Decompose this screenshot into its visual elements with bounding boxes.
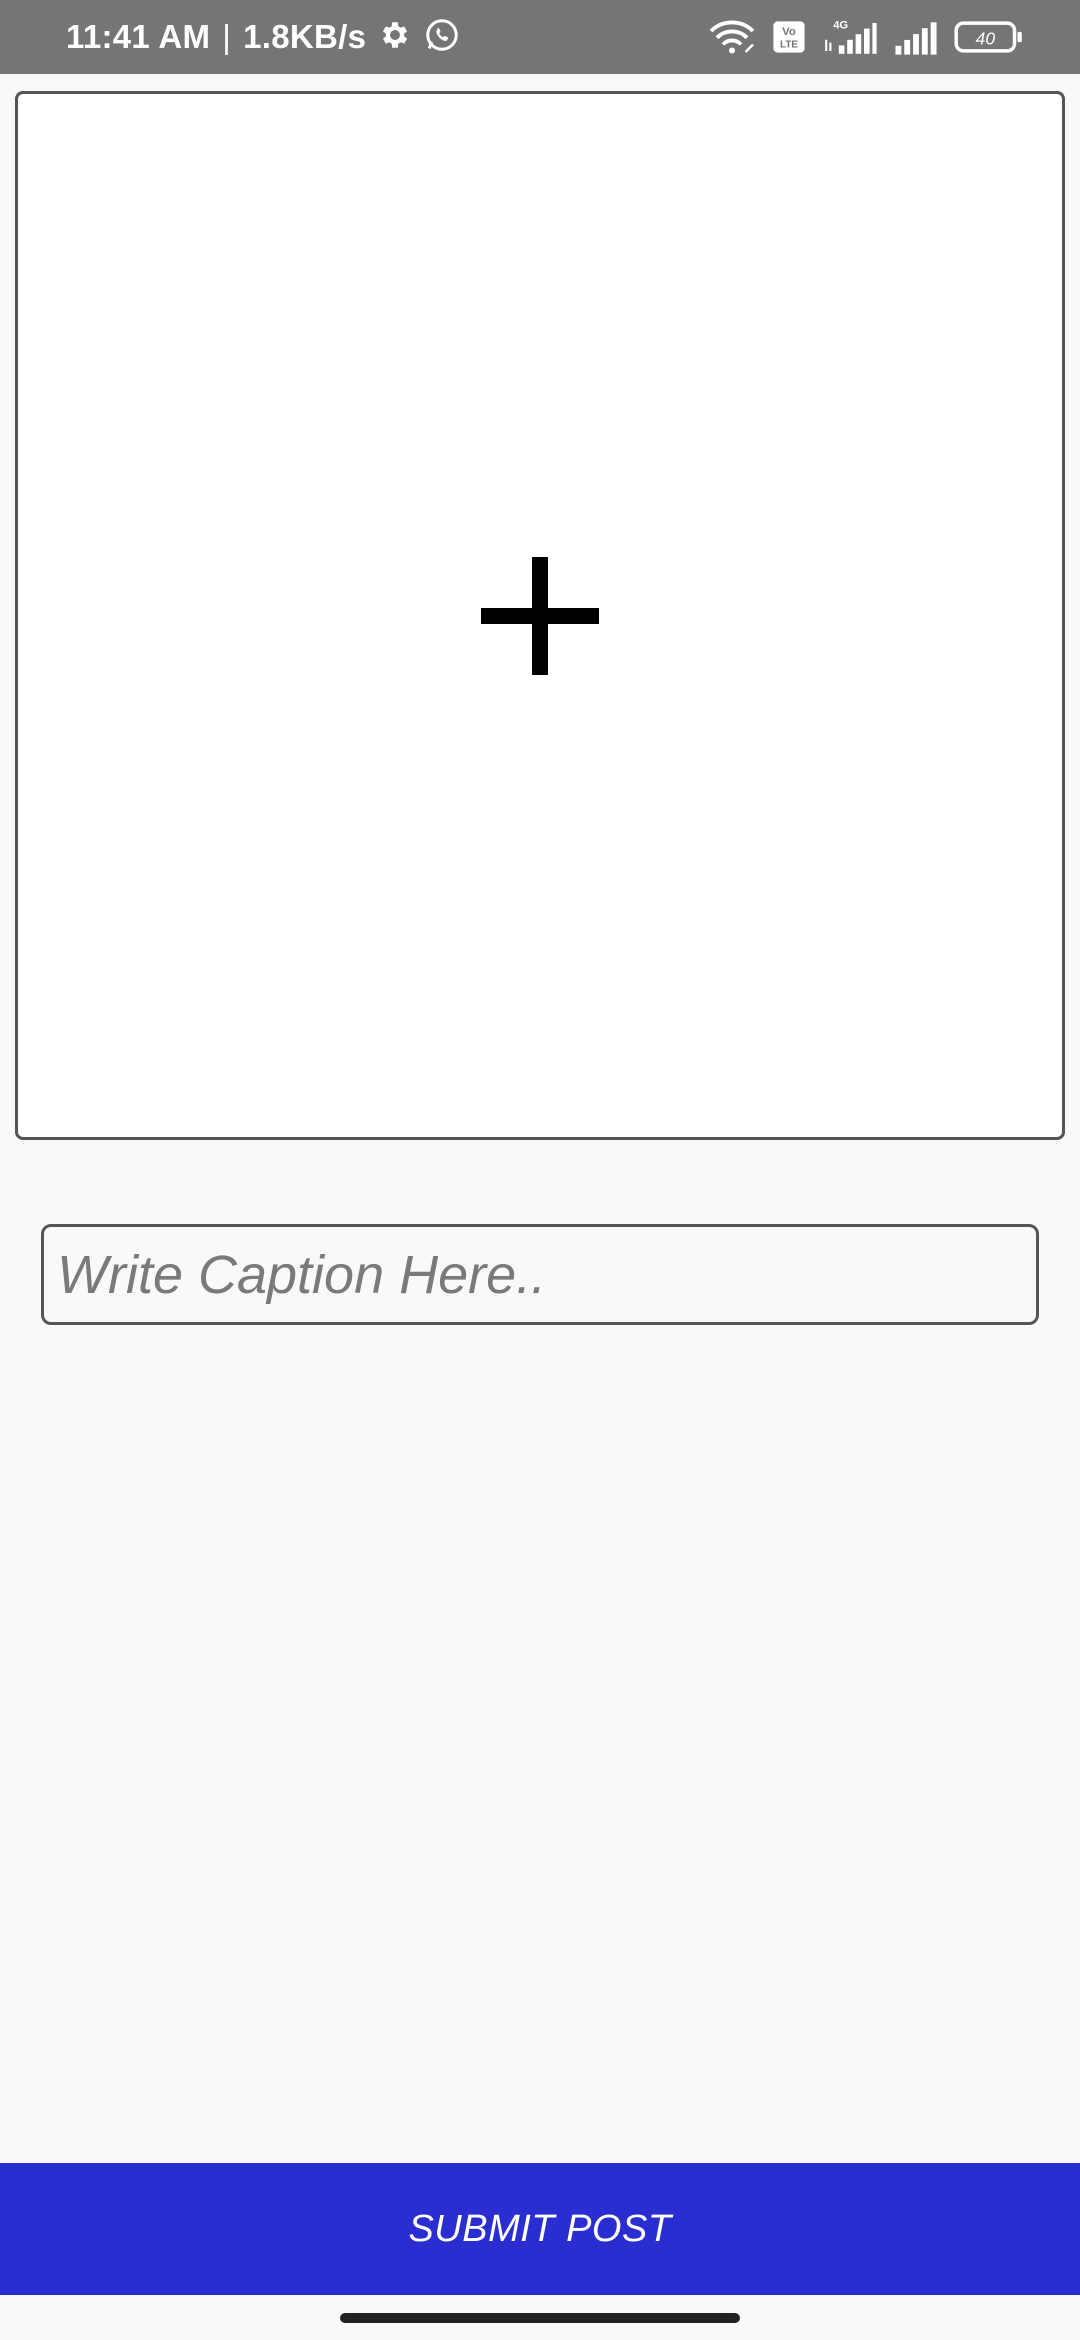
status-bar: 11:41 AM | 1.8KB/s Vo LTE 4G 40 [0, 0, 1080, 74]
gesture-nav-handle[interactable] [340, 2313, 740, 2323]
wifi-icon [708, 19, 756, 55]
plus-icon [481, 556, 599, 675]
signal-icon [894, 19, 938, 55]
volte-icon: Vo LTE [772, 20, 806, 54]
battery-icon: 40 [954, 19, 1024, 55]
volte-label-bottom: LTE [780, 40, 798, 51]
volte-label-top: Vo [782, 26, 796, 38]
plus-icon-vertical [532, 556, 548, 675]
whatsapp-icon [424, 17, 460, 58]
status-time: 11:41 AM [66, 18, 211, 55]
status-right: Vo LTE 4G 40 [708, 17, 1024, 57]
gear-icon [378, 18, 412, 57]
submit-post-label: SUBMIT POST [408, 2207, 672, 2250]
create-post-screen: 11:41 AM | 1.8KB/s Vo LTE 4G 40 Write Ca… [0, 0, 1080, 2340]
4g-signal-icon: 4G [822, 17, 878, 57]
submit-post-button[interactable]: SUBMIT POST [0, 2163, 1080, 2295]
status-separator: | [222, 18, 232, 55]
network-type-label: 4G [833, 20, 848, 32]
status-left: 11:41 AM | 1.8KB/s [66, 17, 460, 58]
battery-level: 40 [976, 28, 996, 48]
image-picker[interactable] [15, 91, 1065, 1140]
caption-input[interactable] [41, 1224, 1039, 1325]
network-speed: 1.8KB/s [243, 18, 367, 55]
